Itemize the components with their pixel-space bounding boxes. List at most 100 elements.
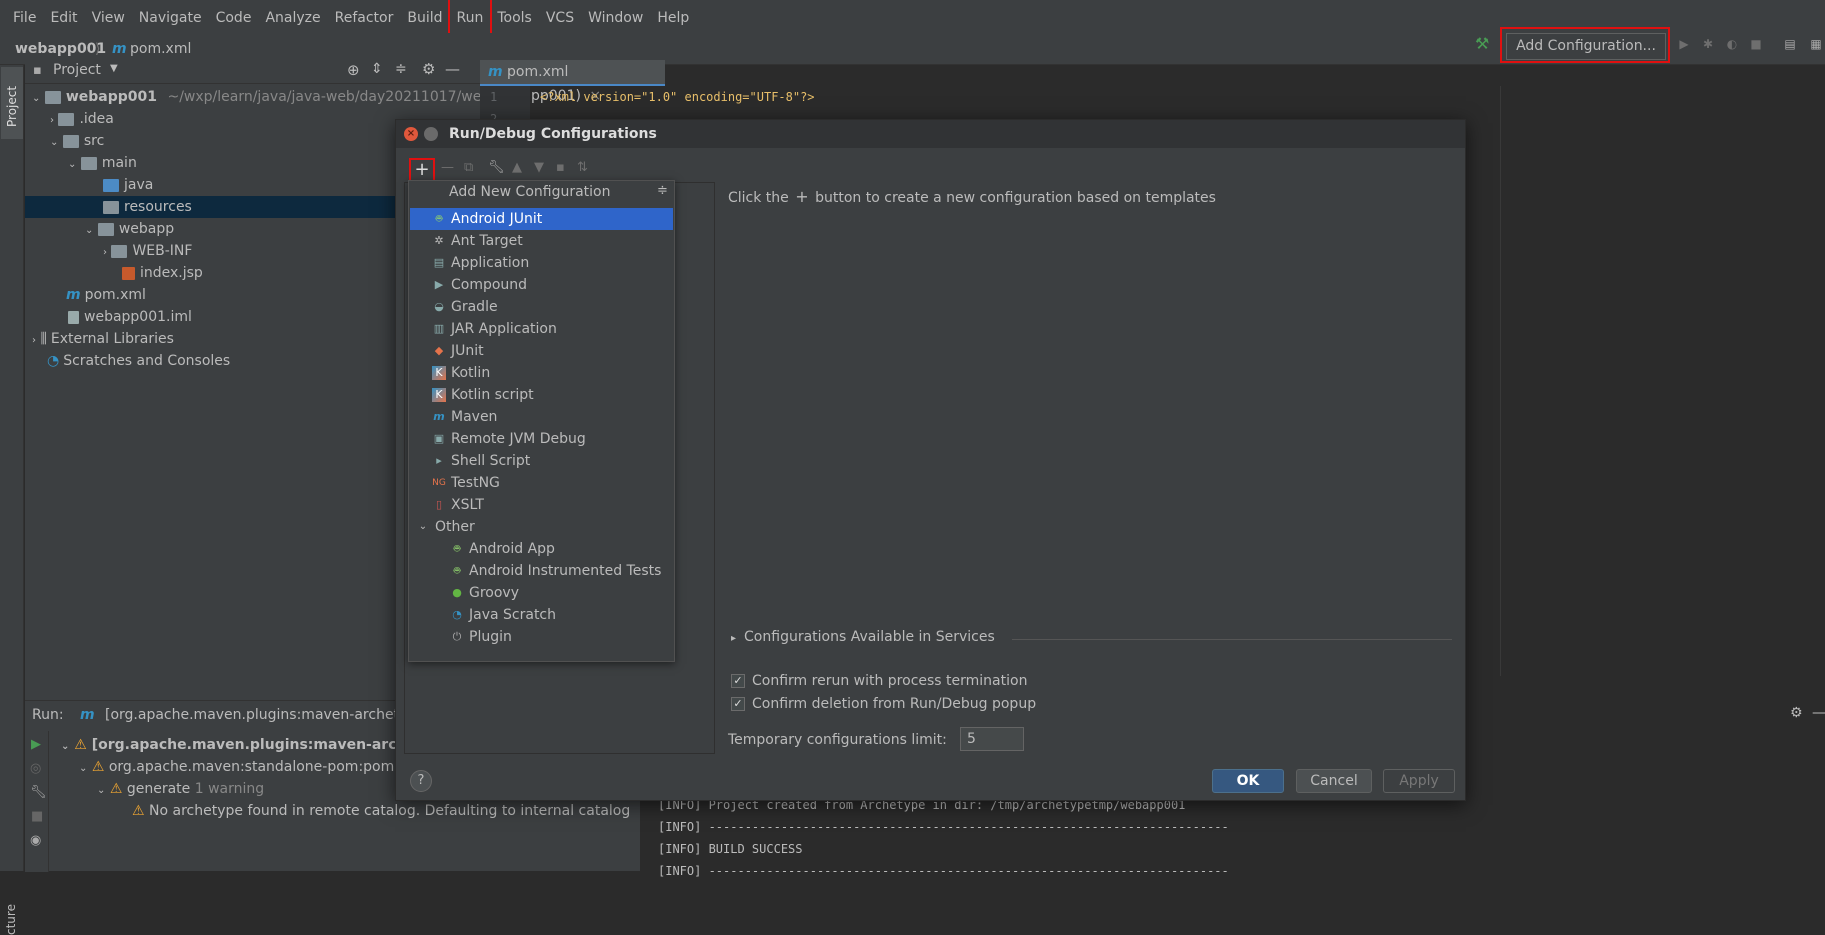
project-view-selector[interactable]: Project (53, 62, 101, 78)
menu-view[interactable]: View (85, 0, 132, 33)
tab-pom-xml[interactable]: m pom.xml (webapp001) × (480, 60, 665, 104)
confirm-deletion-row[interactable]: ✓ Confirm deletion from Run/Debug popup (731, 696, 1036, 712)
tree-item-pom[interactable]: m pom.xml (66, 284, 146, 306)
stop-icon[interactable]: ■ (1748, 36, 1764, 52)
menu-edit[interactable]: Edit (43, 0, 84, 33)
config-item-kotlin-script[interactable]: K Kotlin script (410, 384, 673, 406)
menu-navigate[interactable]: Navigate (132, 0, 209, 33)
tree-item-web-inf[interactable]: › WEB-INF (103, 240, 192, 262)
build-hammer-icon[interactable]: ⚒ (1475, 34, 1489, 53)
run-tree-generate[interactable]: ⌄ ⚠ generate 1 warning (97, 778, 264, 800)
sort-icon[interactable]: ⇅ (577, 160, 588, 175)
move-up-icon[interactable]: ▲ (512, 160, 522, 175)
menu-file[interactable]: File (6, 0, 43, 33)
gear-icon[interactable]: ⚙ (1790, 705, 1803, 721)
android-icon: 🤖︎ (453, 542, 461, 555)
structure-tool-tab[interactable]: cture (0, 895, 22, 935)
tree-item-src[interactable]: ⌄ src (50, 130, 104, 152)
wrench-icon[interactable]: 🔧︎ (488, 160, 505, 175)
run-tree-root[interactable]: ⌄ ⚠ [org.apache.maven.plugins:maven-arch… (61, 734, 423, 756)
stop-icon[interactable]: ◎ (30, 761, 41, 776)
close-icon[interactable]: × (404, 127, 418, 141)
run-icon[interactable]: ▶ (1676, 36, 1692, 52)
menu-build[interactable]: Build (400, 0, 449, 33)
project-tool-tab[interactable]: Project (1, 67, 23, 139)
remove-icon[interactable]: — (441, 160, 454, 175)
help-button[interactable]: ? (410, 770, 432, 792)
eye-icon[interactable]: ◉ (30, 833, 41, 848)
expand-all-icon[interactable]: ⇕ (371, 61, 383, 77)
config-item-maven[interactable]: m Maven (410, 406, 673, 428)
config-item-java-scratch[interactable]: ◔ Java Scratch (410, 604, 673, 626)
project-structure-icon[interactable]: ▤ (1782, 36, 1798, 52)
minimize-icon[interactable] (424, 127, 438, 141)
tree-root[interactable]: ⌄ webapp001 ~/wxp/learn/java/java-web/da… (32, 86, 499, 108)
run-tree-message[interactable]: ⚠ No archetype found in remote catalog. … (132, 800, 630, 822)
hide-icon[interactable]: — (445, 60, 460, 78)
config-item-plugin[interactable]: ⏻ Plugin (410, 626, 673, 648)
config-item-jar-application[interactable]: ▥ JAR Application (410, 318, 673, 340)
tree-item-scratches[interactable]: ◔ Scratches and Consoles (47, 350, 230, 372)
apply-button[interactable]: Apply (1383, 769, 1455, 793)
menu-tools[interactable]: Tools (490, 0, 539, 33)
collapse-all-icon[interactable]: ≑ (395, 61, 407, 77)
menu-help[interactable]: Help (650, 0, 696, 33)
config-item-groovy[interactable]: ● Groovy (410, 582, 673, 604)
temp-limit-input[interactable]: 5 (960, 727, 1024, 751)
rerun-icon[interactable]: ▶ (31, 737, 41, 752)
config-item-testng[interactable]: NG TestNG (410, 472, 673, 494)
config-item-junit[interactable]: ◆ JUnit (410, 340, 673, 362)
tree-item-resources[interactable]: resources (103, 196, 192, 218)
config-group-other[interactable]: ⌄ Other (410, 516, 673, 538)
confirm-deletion-checkbox[interactable]: ✓ (731, 697, 745, 711)
menu-vcs[interactable]: VCS (539, 0, 581, 33)
add-config-button[interactable]: + (409, 158, 435, 182)
collapse-icon[interactable]: ≑ (657, 183, 668, 198)
tree-item-external-libraries[interactable]: › ⫼ External Libraries (32, 328, 174, 350)
menu-refactor[interactable]: Refactor (328, 0, 401, 33)
config-item-android-app[interactable]: 🤖︎ Android App (410, 538, 673, 560)
copy-icon[interactable]: ⧉ (464, 160, 473, 175)
ok-button[interactable]: OK (1212, 769, 1284, 793)
config-item-ant-target[interactable]: ✲ Ant Target (410, 230, 673, 252)
menu-analyze[interactable]: Analyze (258, 0, 327, 33)
menu-window[interactable]: Window (581, 0, 650, 33)
tree-item-main[interactable]: ⌄ main (68, 152, 137, 174)
move-down-icon[interactable]: ▼ (534, 160, 544, 175)
confirm-rerun-checkbox[interactable]: ✓ (731, 674, 745, 688)
tree-item-webapp[interactable]: ⌄ webapp (85, 218, 174, 240)
config-item-compound[interactable]: ▶ Compound (410, 274, 673, 296)
pause-icon[interactable]: ■ (31, 809, 43, 824)
services-section[interactable]: ▸ Configurations Available in Services (731, 629, 995, 645)
debug-icon[interactable]: ✱ (1700, 36, 1716, 52)
locate-icon[interactable]: ⊕ (347, 61, 360, 79)
wrench-icon[interactable]: 🔧︎ (30, 785, 47, 800)
project-panel-header: ▪ Project ▼ ⊕ ⇕ ≑ ⚙ — (25, 60, 480, 84)
config-item-android-junit[interactable]: 🤖︎ Android JUnit (410, 208, 673, 230)
config-item-remote-jvm-debug[interactable]: ▣ Remote JVM Debug (410, 428, 673, 450)
tree-item-java[interactable]: java (103, 174, 153, 196)
config-item-application[interactable]: ▤ Application (410, 252, 673, 274)
window-icon[interactable]: ▦ (1808, 36, 1824, 52)
config-item-gradle[interactable]: ◒ Gradle (410, 296, 673, 318)
hide-icon[interactable]: — (1812, 705, 1825, 721)
coverage-icon[interactable]: ◐ (1724, 36, 1740, 52)
tree-item-idea[interactable]: › .idea (50, 108, 114, 130)
ant-icon: ✲ (434, 234, 444, 247)
gear-icon[interactable]: ⚙ (422, 60, 435, 78)
chevron-down-icon[interactable]: ▼ (110, 63, 118, 74)
tree-item-iml[interactable]: webapp001.iml (68, 306, 192, 328)
cancel-button[interactable]: Cancel (1296, 769, 1372, 793)
menu-run[interactable]: Run (447, 0, 493, 35)
tree-item-index-jsp[interactable]: index.jsp (122, 262, 203, 284)
config-item-android-instrumented-tests[interactable]: 🤖︎ Android Instrumented Tests (410, 560, 673, 582)
application-icon: ▤ (433, 256, 445, 269)
confirm-rerun-row[interactable]: ✓ Confirm rerun with process termination (731, 673, 1027, 689)
run-tree-pom[interactable]: ⌄ ⚠ org.apache.maven:standalone-pom:pom (79, 756, 394, 778)
folder-icon[interactable]: ▪ (556, 160, 565, 175)
config-item-kotlin[interactable]: K Kotlin (410, 362, 673, 384)
config-item-xslt[interactable]: ▯ XSLT (410, 494, 673, 516)
config-item-shell-script[interactable]: ▸ Shell Script (410, 450, 673, 472)
menu-code[interactable]: Code (209, 0, 259, 33)
run-tab[interactable]: [org.apache.maven.plugins:maven-archety (105, 707, 407, 723)
